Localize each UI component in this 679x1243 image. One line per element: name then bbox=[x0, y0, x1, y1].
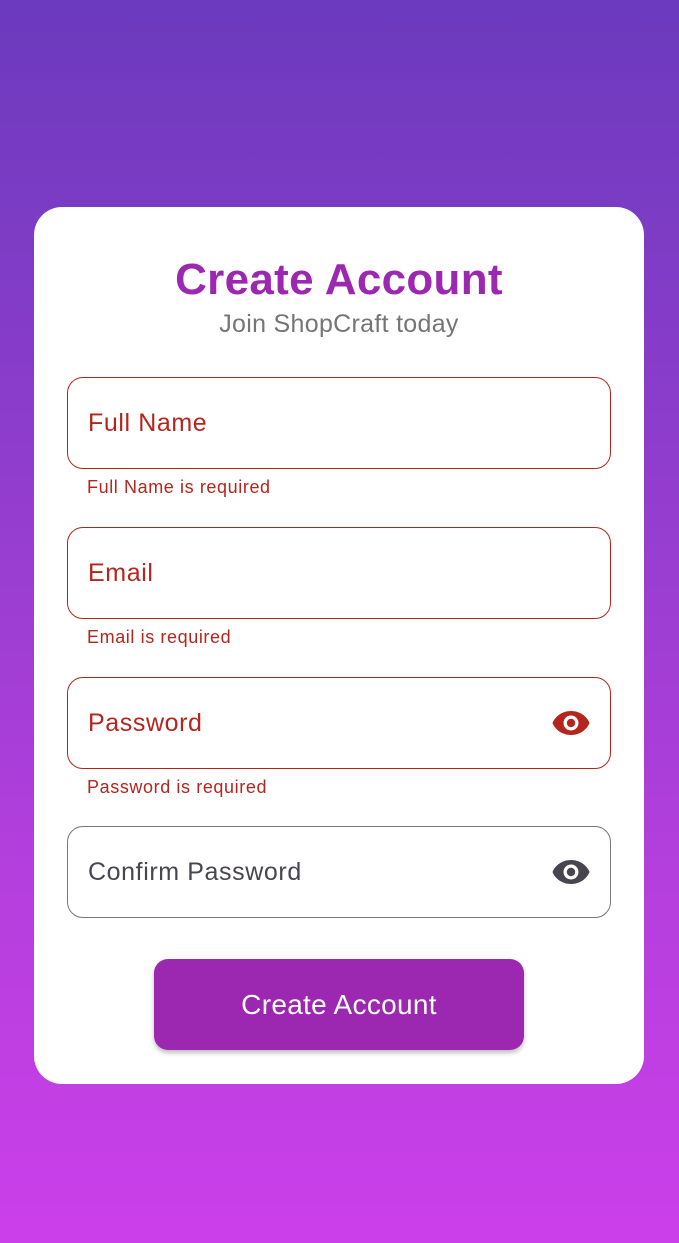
full-name-placeholder: Full Name bbox=[88, 408, 208, 437]
eye-icon[interactable] bbox=[552, 710, 590, 736]
page-subtitle: Join ShopCraft today bbox=[219, 310, 459, 338]
email-field[interactable]: Email bbox=[67, 527, 611, 619]
email-error: Email is required bbox=[87, 627, 232, 647]
full-name-field[interactable]: Full Name bbox=[67, 377, 611, 469]
page-title: Create Account bbox=[175, 255, 503, 304]
create-account-button[interactable]: Create Account bbox=[154, 959, 524, 1050]
password-field[interactable]: Password bbox=[67, 677, 611, 769]
password-error: Password is required bbox=[87, 777, 268, 797]
eye-icon[interactable] bbox=[552, 859, 590, 885]
full-name-error: Full Name is required bbox=[87, 477, 271, 497]
confirm-password-placeholder: Confirm Password bbox=[88, 857, 302, 886]
password-placeholder: Password bbox=[88, 708, 203, 737]
email-placeholder: Email bbox=[88, 558, 154, 587]
confirm-password-field[interactable]: Confirm Password bbox=[67, 826, 611, 918]
signup-card: Create Account Join ShopCraft today Full… bbox=[34, 207, 644, 1084]
